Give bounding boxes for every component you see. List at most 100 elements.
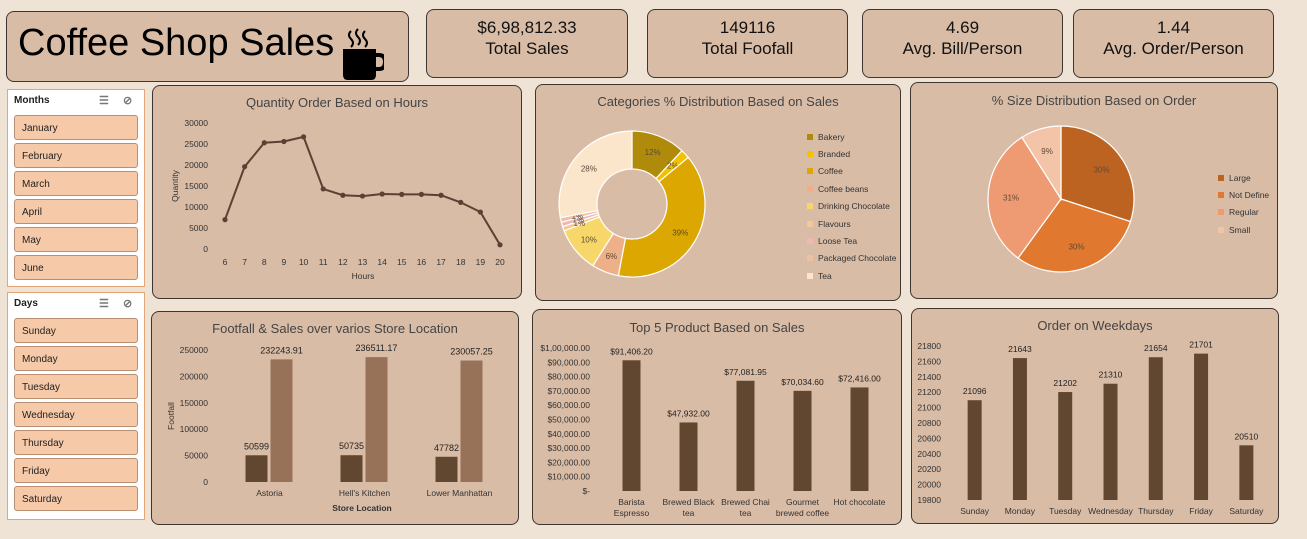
legend-item: Small [1218, 221, 1269, 238]
y-tick-label: 20000 [917, 480, 941, 490]
data-label: 230057.25 [450, 347, 493, 357]
data-label: 21643 [1008, 344, 1032, 354]
slicer-item-april[interactable]: April [14, 199, 138, 224]
kpi-avg-bill: 4.69 Avg. Bill/Person [862, 9, 1063, 78]
x-tick-label: Saturday [1229, 506, 1264, 516]
legend-item: Coffee beans [807, 180, 896, 197]
x-tick-label: Brewed Black [663, 497, 716, 507]
slice-label: 30% [1068, 243, 1084, 252]
legend-label: Coffee beans [818, 183, 869, 194]
y-tick-label: $90,000.00 [547, 357, 590, 367]
slicer-item-tuesday[interactable]: Tuesday [14, 374, 138, 399]
slicer-item-may[interactable]: May [14, 227, 138, 252]
x-tick-label: 16 [417, 257, 427, 267]
data-point [359, 193, 366, 199]
bar [1058, 392, 1073, 500]
x-tick-label: 18 [456, 257, 466, 267]
slicer-item-june[interactable]: June [14, 255, 138, 280]
x-tick-label: Friday [1189, 506, 1213, 516]
multi-select-icon[interactable]: ☰ [99, 297, 113, 310]
data-label: 21654 [1144, 343, 1168, 353]
legend-item: Regular [1218, 204, 1269, 221]
y-tick-label: $30,000.00 [547, 443, 590, 453]
legend-label: Bakery [818, 131, 845, 142]
data-point [300, 134, 307, 140]
slicer-title: Days [14, 298, 38, 309]
multi-select-icon[interactable]: ☰ [99, 94, 113, 107]
y-tick-label: 100000 [180, 424, 209, 434]
slice-label: 9% [1041, 147, 1053, 156]
x-tick-label: Barista [618, 497, 645, 507]
slicer-header: Months ☰ ⊘ [8, 90, 144, 112]
x-tick-label: Astoria [256, 488, 283, 498]
data-point [438, 192, 444, 198]
legend-swatch [807, 151, 813, 158]
slice-label: 6% [606, 252, 618, 261]
legend-swatch [807, 203, 813, 210]
legend-swatch [807, 272, 813, 279]
legend-item: Drinking Chocolate [807, 198, 896, 215]
y-tick-label: 20600 [917, 433, 941, 443]
bar [270, 359, 293, 482]
y-tick-label: $10,000.00 [547, 472, 590, 482]
bar [435, 456, 458, 482]
slicer-header: Days ☰ ⊘ [8, 293, 144, 315]
kpi-label: Total Foofall [701, 39, 794, 58]
data-label: 47782 [434, 443, 459, 453]
data-point [497, 242, 503, 248]
y-tick-label: 21600 [917, 356, 941, 366]
slice-label: 31% [1003, 193, 1019, 202]
y-axis-title: Footfall [166, 402, 176, 430]
y-tick-label: 10000 [184, 202, 208, 212]
y-tick-label: $70,000.00 [547, 386, 590, 396]
x-tick-label: 9 [282, 257, 287, 267]
slicer-item-thursday[interactable]: Thursday [14, 430, 138, 455]
kpi-value: $6,98,812.33 [477, 18, 577, 37]
data-point [477, 209, 483, 215]
x-tick-label: 19 [476, 257, 486, 267]
y-tick-label: $50,000.00 [547, 415, 590, 425]
bar [793, 390, 812, 491]
slicer-item-february[interactable]: February [14, 143, 138, 168]
legend-swatch [1218, 192, 1224, 199]
bar [1103, 383, 1118, 500]
slicer-item-saturday[interactable]: Saturday [14, 486, 138, 511]
x-axis-title: Hours [352, 271, 375, 281]
legend-label: Flavours [818, 218, 851, 229]
legend-label: Loose Tea [818, 236, 858, 247]
kpi-label: Avg. Bill/Person [902, 39, 1023, 58]
clear-filter-icon[interactable]: ⊘ [123, 297, 137, 310]
x-tick-label: Hell's Kitchen [339, 488, 391, 498]
legend-swatch [807, 220, 813, 227]
data-label: 236511.17 [356, 343, 398, 353]
slicer-item-friday[interactable]: Friday [14, 458, 138, 483]
data-point [320, 186, 326, 192]
data-label: $91,406.20 [610, 346, 653, 356]
legend-label: Drinking Chocolate [818, 201, 890, 212]
x-tick-label: Gourmet [786, 497, 820, 507]
weekdays-bar-chart: 19800 20000 20200 20400 20600 20800 21000 21200… [917, 340, 1264, 516]
slicer-item-march[interactable]: March [14, 171, 138, 196]
weekdays-chart-panel: Order on Weekdays 19800 20000 20200 20400 20… [911, 308, 1279, 524]
y-tick-label: $60,000.00 [547, 400, 590, 410]
x-tick-label: tea [740, 508, 752, 518]
legend-label: Branded [818, 149, 851, 160]
x-tick-label: Thursday [1138, 506, 1174, 516]
x-tick-label: Brewed Chai [721, 497, 770, 507]
data-point [340, 192, 346, 198]
slicer-item-sunday[interactable]: Sunday [14, 318, 138, 343]
slicer-item-monday[interactable]: Monday [14, 346, 138, 371]
kpi-value: 4.69 [945, 18, 980, 37]
slicer-item-january[interactable]: January [14, 115, 138, 140]
categories-legend: Bakery Branded Coffee Coffee beans Drinking … [807, 128, 896, 285]
x-tick-label: Lower Manhattan [427, 488, 493, 498]
hours-chart-panel: Quantity Order Based on Hours 0 5000 10000… [152, 85, 522, 299]
clear-filter-icon[interactable]: ⊘ [123, 94, 137, 107]
bar [365, 357, 388, 482]
bar [967, 400, 982, 500]
legend-label: Packaged Chocolate [818, 253, 897, 264]
data-label: 20510 [1235, 431, 1259, 441]
slicer-item-wednesday[interactable]: Wednesday [14, 402, 138, 427]
legend-item: Loose Tea [807, 232, 896, 249]
bar [460, 360, 483, 482]
